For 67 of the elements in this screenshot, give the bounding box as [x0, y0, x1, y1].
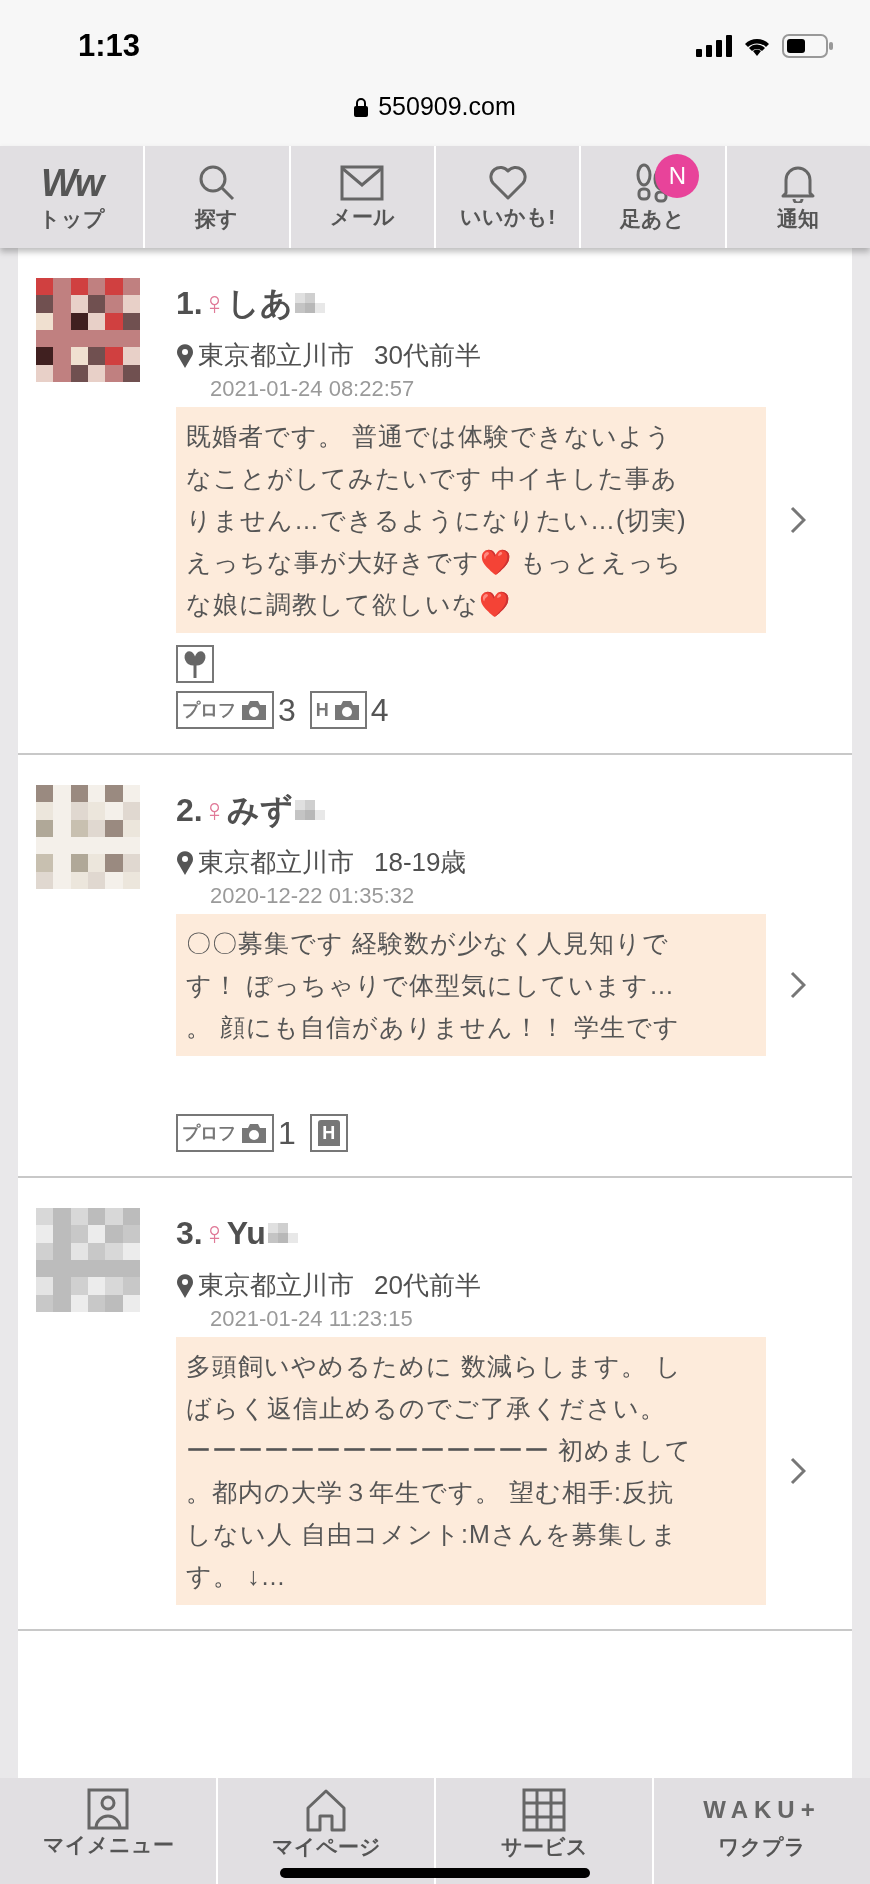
- chevron-right-icon[interactable]: [790, 1457, 806, 1485]
- signal-icon: [696, 35, 732, 57]
- post-date: 2020-12-22 01:35:32: [210, 882, 415, 910]
- user-name: しあ: [226, 284, 293, 323]
- nav-label: 通知: [777, 207, 820, 231]
- footprints-icon: [635, 163, 670, 203]
- person-icon: [87, 1788, 129, 1830]
- message-text: 既婚者です。 普通では体験できないよう なことがしてみたいです 中イキした事あ りません…できるようになりたい…(切実) えっちな事が大好きです❤ もっとえっち な娘に調教して欲しいな❤: [176, 407, 766, 633]
- age-text: 18-19歳: [374, 846, 467, 879]
- post-date: 2021-01-24 11:23:15: [210, 1305, 413, 1333]
- post-date: 2021-01-24 08:22:57: [210, 375, 415, 403]
- status-time: 1:13: [78, 26, 141, 65]
- camera-icon: [332, 699, 361, 721]
- search-icon: [197, 163, 237, 203]
- url-text: 550909.com: [378, 91, 516, 123]
- tab-label: サービス: [500, 1834, 588, 1860]
- location-text: 東京都立川市: [198, 339, 354, 372]
- tab-label: ワクプラ: [718, 1834, 806, 1860]
- nav-label: メール: [329, 205, 395, 229]
- user-name: みず: [226, 791, 293, 830]
- tab-label: マイメニュー: [42, 1832, 174, 1858]
- tag-label: プロフ: [182, 1124, 236, 1142]
- nav-tab[interactable]: Ww トップ: [0, 146, 144, 248]
- bottom-tab[interactable]: マイメニュー: [0, 1778, 216, 1884]
- notification-badge: N: [655, 154, 700, 198]
- tab-label: マイページ: [271, 1834, 381, 1860]
- location-text: 東京都立川市: [198, 846, 354, 879]
- location-pin-icon: [176, 1272, 194, 1299]
- mosaic-drawing: [294, 290, 325, 316]
- logo-text: WAKU+: [703, 1795, 821, 1825]
- photo-count: 4: [370, 694, 389, 726]
- tag-label: H: [315, 701, 329, 719]
- message-text: 〇〇募集です 経験数が少なく人見知りで す！ ぽっちゃりで体型気にしています… 。 顔にも自信がありません！！ 学生です: [176, 914, 766, 1056]
- nav-label: 探す: [195, 207, 239, 231]
- location-pin-icon: [176, 849, 194, 876]
- age-text: 20代前半: [374, 1269, 481, 1302]
- photo-count: 1: [278, 1117, 296, 1149]
- female-symbol: ♀: [202, 791, 227, 830]
- age-text: 30代前半: [374, 339, 481, 372]
- chevron-right-icon[interactable]: [790, 506, 806, 534]
- tag-label: プロフ: [182, 701, 236, 719]
- lock-icon: [354, 97, 369, 117]
- bottom-tab[interactable]: WAKU+ ワクプラ: [652, 1778, 870, 1884]
- message-text: 多頭飼いやめるために 数減らします。 し ばらく返信止めるのでご了承ください。 ーーーーーーーーーーーーーー 初めまして 。都内の大学３年生です。 望む相手:反抗 しない人 自由コメント:Mさんを募集しま す。 ↓…: [176, 1337, 766, 1605]
- location-text: 東京都立川市: [198, 1269, 354, 1302]
- home-icon: [305, 1788, 347, 1832]
- location-pin-icon: [176, 342, 194, 369]
- female-symbol: ♀: [202, 1214, 227, 1253]
- nav-label: トップ: [38, 207, 105, 231]
- chevron-right-icon[interactable]: [790, 971, 806, 999]
- nav-label: 足あと: [620, 207, 686, 231]
- grid-icon: [522, 1788, 566, 1832]
- battery-icon: [782, 34, 834, 58]
- mosaic-drawing: [267, 1220, 298, 1246]
- mosaic-drawing: [294, 797, 325, 823]
- photo-count: 3: [278, 694, 296, 726]
- list-number: 3.: [176, 1214, 203, 1253]
- list-number: 1.: [176, 284, 203, 323]
- user-name: Yu: [226, 1214, 266, 1253]
- female-symbol: ♀: [202, 284, 227, 323]
- nav-label: いいかも!: [460, 205, 556, 229]
- camera-icon: [240, 1122, 268, 1144]
- tag-label: H: [317, 1120, 340, 1146]
- envelope-icon: [340, 165, 385, 201]
- heart-icon: [487, 165, 528, 201]
- camera-icon: [240, 699, 268, 721]
- list-number: 2.: [176, 791, 203, 830]
